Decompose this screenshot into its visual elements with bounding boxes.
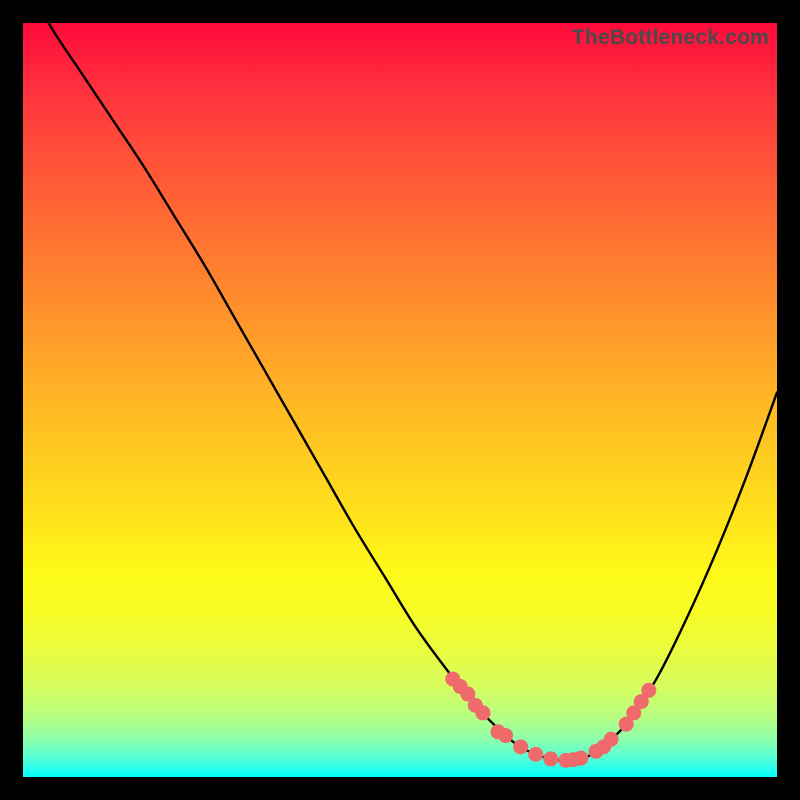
bottleneck-curve-path [23,23,777,760]
highlight-marker [498,728,513,743]
highlight-markers [445,671,656,767]
highlight-marker [641,683,656,698]
bottleneck-chart [23,23,777,777]
highlight-marker [543,751,558,766]
plot-area: TheBottleneck.com [23,23,777,777]
highlight-marker [475,705,490,720]
highlight-marker [513,739,528,754]
highlight-marker [528,747,543,762]
curve-layer [23,23,777,760]
watermark-label: TheBottleneck.com [572,26,769,50]
chart-frame: TheBottleneck.com [0,0,800,800]
highlight-marker [573,751,588,766]
highlight-marker [604,732,619,747]
